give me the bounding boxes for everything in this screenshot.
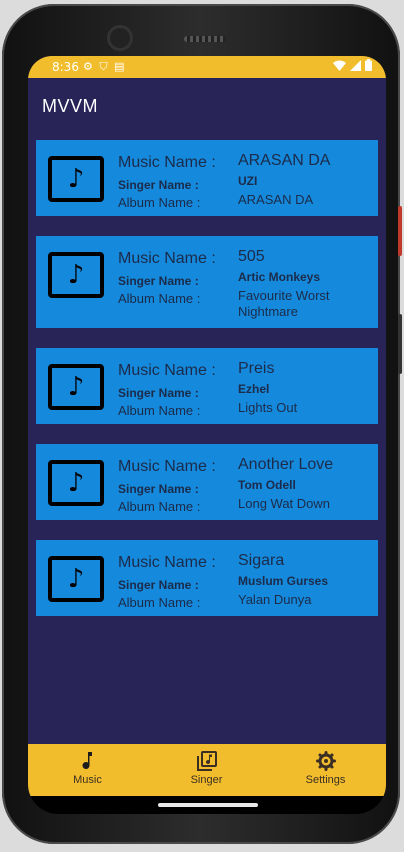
library-music-icon [196,751,217,771]
earpiece-speaker [184,36,226,42]
music-name-label: Music Name : [118,154,216,171]
music-name-label: Music Name : [118,554,216,571]
singer-name-label: Singer Name : [118,386,199,400]
music-name-value: Preis [238,360,275,377]
music-note-icon: ♪ [48,460,104,506]
shield-icon: ⛉ [99,60,108,73]
singer-name-value: Muslum Gurses [238,574,329,588]
signal-icon [350,59,361,71]
music-name-value: Sigara [238,552,285,569]
singer-name-label: Singer Name : [118,274,199,288]
music-name-value: Another Love [238,456,334,473]
music-name-value: ARASAN DA [238,152,331,169]
status-right-icons [333,59,372,71]
gear-icon: ⚙ [83,60,93,73]
volume-button [398,314,402,374]
album-name-label: Album Name : [118,499,201,514]
music-name-label: Music Name : [118,250,216,267]
nav-label-settings: Settings [305,774,346,786]
nav-label-singer: Singer [190,774,223,786]
nav-item-singer[interactable]: Singer [147,744,266,796]
front-camera [110,28,130,48]
singer-name-label: Singer Name : [118,178,199,192]
nav-item-settings[interactable]: Settings [266,744,385,796]
album-name-value: Long Wat Down [238,496,331,511]
status-left-icons: ⚙ ⛉ ▤ [83,60,125,74]
song-card[interactable]: ♪ Music Name : 505 Singer Name : Artic M… [36,236,378,328]
album-name-value: ARASAN DA [238,192,314,207]
music-note-icon: ♪ [48,364,104,410]
screen: 8:36 ⚙ ⛉ ▤ MVVM ♪ Music Name : ARASAN DA [28,56,386,814]
music-note-icon: ♪ [48,156,104,202]
singer-name-value: Tom Odell [238,478,296,492]
music-note-icon: ♪ [48,556,104,602]
song-card[interactable]: ♪ Music Name : ARASAN DA Singer Name : U… [36,140,378,216]
music-note-icon [82,752,92,769]
album-name-value: Yalan Dunya [238,592,312,607]
nav-label-music: Music [73,774,102,786]
proximity-sensor [278,36,286,44]
music-name-value: 505 [238,248,265,265]
nav-item-music[interactable]: Music [28,744,147,796]
album-name-label: Album Name : [118,595,201,610]
status-time: 8:36 [52,60,79,74]
home-gesture-bar[interactable] [158,803,258,807]
song-card[interactable]: ♪ Music Name : Sigara Singer Name : Musl… [36,540,378,616]
gesture-area [28,796,386,814]
singer-name-value: Ezhel [238,382,270,396]
singer-name-label: Singer Name : [118,578,199,592]
phone-frame: 8:36 ⚙ ⛉ ▤ MVVM ♪ Music Name : ARASAN DA [2,4,402,844]
bottom-navigation: Music Singer Settings [28,744,386,796]
gear-icon [315,751,336,771]
music-note-icon: ♪ [48,252,104,298]
album-name-label: Album Name : [118,195,201,210]
wifi-icon [333,60,346,71]
battery-icon [365,59,372,71]
album-name-label: Album Name : [118,403,201,418]
singer-name-value: UZI [238,174,258,188]
singer-name-label: Singer Name : [118,482,199,496]
album-name-value: Favourite Worst Nightmare [238,288,330,319]
page-title: MVVM [42,96,98,116]
app-bar: MVVM [28,78,386,134]
music-name-label: Music Name : [118,458,216,475]
song-card[interactable]: ♪ Music Name : Another Love Singer Name … [36,444,378,520]
power-button [398,206,402,256]
sd-card-icon: ▤ [114,60,125,73]
music-name-label: Music Name : [118,362,216,379]
status-bar: 8:36 ⚙ ⛉ ▤ [28,56,386,78]
album-name-label: Album Name : [118,291,201,306]
singer-name-value: Artic Monkeys [238,270,321,284]
song-card[interactable]: ♪ Music Name : Preis Singer Name : Ezhel… [36,348,378,424]
album-name-value: Lights Out [238,400,298,415]
